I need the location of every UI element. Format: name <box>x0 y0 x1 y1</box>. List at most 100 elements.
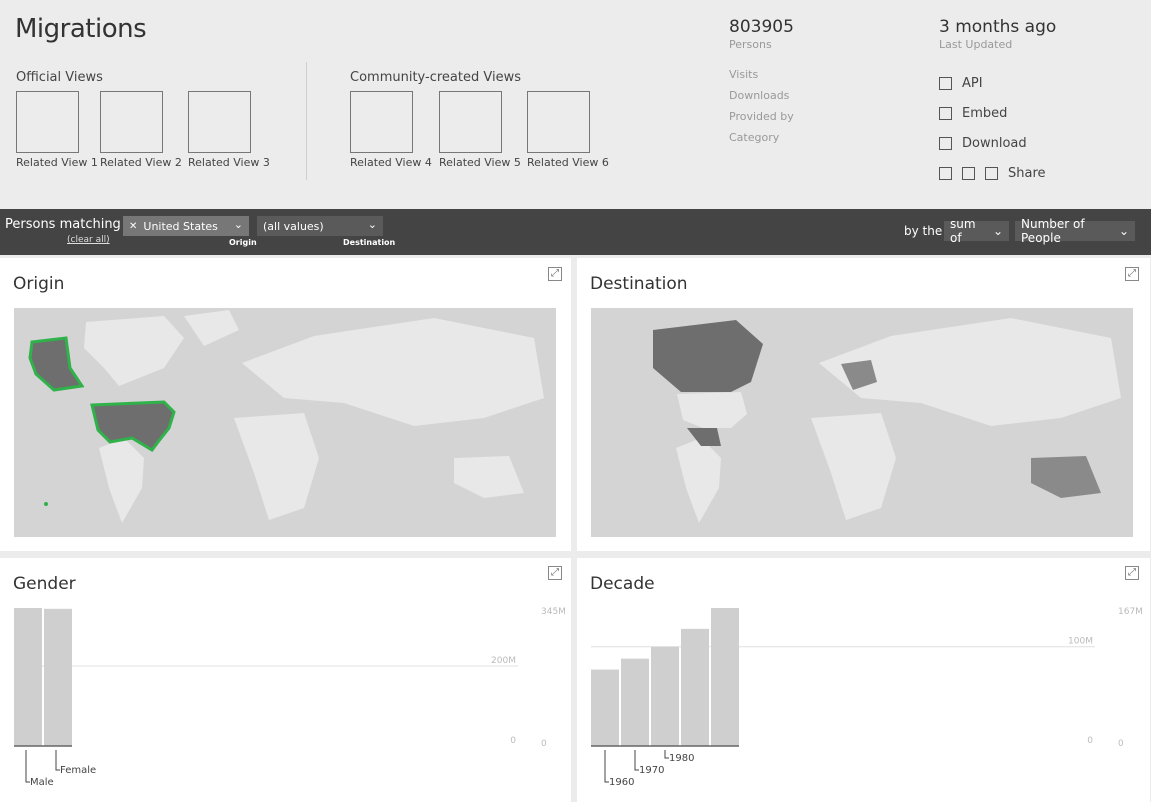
meta-provided-by[interactable]: Provided by <box>729 110 794 123</box>
related-view-label[interactable]: Related View 6 <box>527 156 617 169</box>
bar-male[interactable] <box>14 608 42 746</box>
x-tick-label: 1970 <box>639 765 664 776</box>
origin-panel-title: Origin <box>13 274 65 294</box>
y-tick-label: 0 <box>1087 736 1093 746</box>
app-root: Migrations Official Views Community-crea… <box>0 0 1151 802</box>
action-share[interactable]: Share <box>939 166 1046 181</box>
related-view-label[interactable]: Related View 5 <box>439 156 529 169</box>
chevron-down-icon[interactable]: ⌄ <box>1119 224 1129 238</box>
related-view-2[interactable]: Related View 2 <box>100 91 190 169</box>
related-view-label[interactable]: Related View 2 <box>100 156 190 169</box>
filter-bar: Persons matching (clear all) ✕ United St… <box>0 209 1151 255</box>
bar-1990[interactable] <box>681 628 709 746</box>
action-embed[interactable]: Embed <box>939 106 1007 121</box>
clear-all-link[interactable]: (clear all) <box>67 235 110 245</box>
related-view-thumbnail[interactable] <box>439 91 502 153</box>
action-download[interactable]: Download <box>939 136 1027 151</box>
related-view-6[interactable]: Related View 6 <box>527 91 617 169</box>
origin-filter-label: Origin <box>229 238 257 247</box>
download-label[interactable]: Download <box>962 136 1027 151</box>
decade-bar-chart: 100M 0 167M 0 1960 1970 1980 <box>591 607 1143 788</box>
right-axis-label: 0 <box>1118 739 1124 749</box>
api-label[interactable]: API <box>962 76 983 91</box>
share-checkbox-2[interactable] <box>962 167 975 180</box>
embed-label[interactable]: Embed <box>962 106 1007 121</box>
bar-1980[interactable] <box>651 646 679 746</box>
persons-count: 803905 <box>729 17 794 37</box>
meta-downloads[interactable]: Downloads <box>729 89 789 102</box>
related-view-thumbnail[interactable] <box>350 91 413 153</box>
decade-panel: Decade ⤢ 100M 0 167M 0 1960 1970 1980 <box>577 558 1150 802</box>
community-views-heading: Community-created Views <box>350 70 521 85</box>
destination-filter-value: (all values) <box>263 219 324 233</box>
related-view-thumbnail[interactable] <box>527 91 590 153</box>
x-tick-label: 1980 <box>669 753 694 764</box>
page-title: Migrations <box>15 14 147 44</box>
api-checkbox[interactable] <box>939 77 952 90</box>
share-checkbox-1[interactable] <box>939 167 952 180</box>
bar-1970[interactable] <box>621 658 649 746</box>
gender-panel: Gender ⤢ 200M 0 345M 0 Male Female <box>0 558 571 802</box>
destination-map[interactable] <box>591 308 1133 537</box>
last-updated-value: 3 months ago <box>939 17 1057 37</box>
related-view-thumbnail[interactable] <box>16 91 79 153</box>
origin-panel: Origin ⤢ <box>0 258 571 551</box>
x-tick-label: Male <box>30 777 54 788</box>
by-the-label: by the <box>904 224 943 238</box>
chevron-down-icon[interactable]: ⌄ <box>368 218 377 231</box>
origin-filter-value: United States <box>143 219 218 233</box>
right-axis-label: 167M <box>1118 607 1143 617</box>
views-divider <box>306 62 307 180</box>
persons-matching-label: Persons matching <box>5 217 121 232</box>
meta-visits[interactable]: Visits <box>729 68 758 81</box>
y-tick-label: 0 <box>510 736 516 746</box>
related-view-thumbnail[interactable] <box>100 91 163 153</box>
bar-2000[interactable] <box>711 608 739 746</box>
origin-map[interactable] <box>14 308 556 537</box>
related-view-label[interactable]: Related View 3 <box>188 156 278 169</box>
hawaii-shape <box>44 502 48 506</box>
dataset-header: Migrations Official Views Community-crea… <box>0 0 1151 209</box>
meta-category[interactable]: Category <box>729 131 779 144</box>
related-view-label[interactable]: Related View 4 <box>350 156 440 169</box>
chevron-down-icon[interactable]: ⌄ <box>234 218 243 231</box>
x-tick-label: Female <box>60 765 96 776</box>
y-tick-label: 200M <box>491 656 516 666</box>
destination-panel: Destination ⤢ <box>577 258 1150 551</box>
origin-world-map[interactable] <box>14 308 556 537</box>
download-checkbox[interactable] <box>939 137 952 150</box>
right-axis-label: 0 <box>541 739 547 749</box>
expand-icon[interactable]: ⤢ <box>548 267 562 281</box>
remove-filter-icon[interactable]: ✕ <box>129 221 137 232</box>
expand-icon[interactable]: ⤢ <box>1125 267 1139 281</box>
related-view-3[interactable]: Related View 3 <box>188 91 278 169</box>
related-view-5[interactable]: Related View 5 <box>439 91 529 169</box>
persons-label: Persons <box>729 38 772 51</box>
y-tick-label: 100M <box>1068 637 1093 647</box>
official-views-heading: Official Views <box>16 70 103 85</box>
last-updated-label: Last Updated <box>939 38 1013 51</box>
share-checkbox-3[interactable] <box>985 167 998 180</box>
destination-world-map[interactable] <box>591 308 1133 537</box>
canada-shape <box>653 320 763 392</box>
gender-bar-chart: 200M 0 345M 0 Male Female <box>14 607 566 788</box>
related-view-4[interactable]: Related View 4 <box>350 91 440 169</box>
share-label[interactable]: Share <box>1008 166 1046 181</box>
chevron-down-icon[interactable]: ⌄ <box>993 224 1003 238</box>
destination-filter-select[interactable]: (all values) ⌄ <box>257 216 383 236</box>
destination-panel-title: Destination <box>590 274 688 294</box>
related-view-1[interactable]: Related View 1 <box>16 91 106 169</box>
x-tick-label: 1960 <box>609 777 634 788</box>
measure-select[interactable]: Number of People ⌄ <box>1015 217 1135 245</box>
aggregate-select[interactable]: sum of ⌄ <box>944 217 1009 245</box>
bar-female[interactable] <box>44 608 72 746</box>
measure-value: Number of People <box>1021 217 1085 245</box>
embed-checkbox[interactable] <box>939 107 952 120</box>
related-view-thumbnail[interactable] <box>188 91 251 153</box>
origin-filter-chip[interactable]: ✕ United States ⌄ <box>123 216 249 236</box>
action-api[interactable]: API <box>939 76 983 91</box>
aggregate-value: sum of <box>950 217 976 245</box>
related-view-label[interactable]: Related View 1 <box>16 156 106 169</box>
bar-1960[interactable] <box>591 669 619 746</box>
right-axis-label: 345M <box>541 607 566 617</box>
